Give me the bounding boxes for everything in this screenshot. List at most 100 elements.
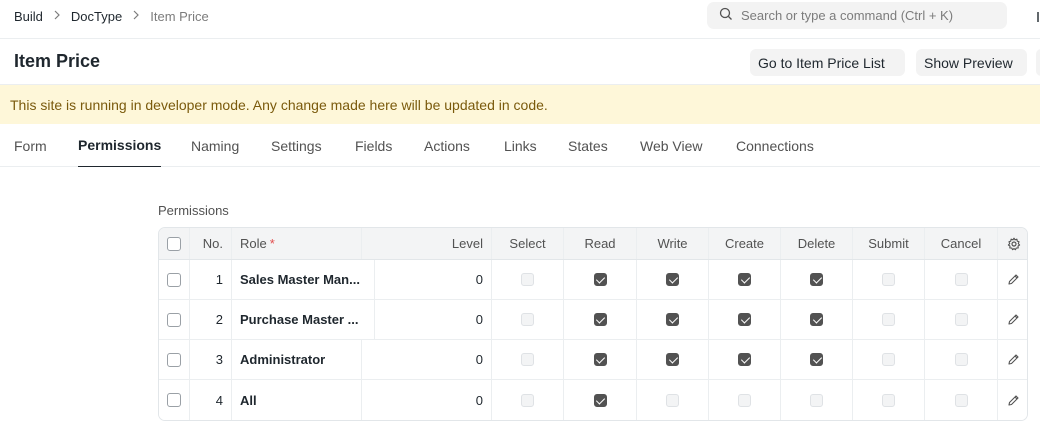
header-level: Level (361, 228, 491, 259)
developer-mode-alert: This site is running in developer mode. … (0, 85, 1040, 124)
row-role-cell[interactable]: All (231, 380, 361, 420)
write-checkbox[interactable] (666, 313, 679, 326)
cancel-checkbox[interactable] (954, 313, 968, 326)
write-checkbox[interactable] (666, 353, 679, 366)
row-role-cell[interactable]: Sales Master Man... (231, 260, 374, 299)
row-edit-cell (997, 340, 1027, 379)
tab-naming[interactable]: Naming (191, 124, 239, 167)
read-checkbox[interactable] (593, 273, 607, 286)
cancel-checkbox[interactable] (954, 353, 968, 366)
tab-states[interactable]: States (568, 124, 608, 167)
pencil-icon[interactable] (1007, 353, 1020, 366)
tab-permissions[interactable]: Permissions (78, 124, 162, 167)
select-checkbox[interactable] (521, 393, 534, 407)
breadcrumb-build[interactable]: Build (14, 9, 43, 24)
row-no: 3 (189, 340, 231, 379)
row-checkbox[interactable] (167, 312, 181, 327)
delete-checkbox[interactable] (810, 273, 823, 286)
pencil-icon[interactable] (1007, 394, 1020, 407)
row-level[interactable]: 0 (361, 340, 491, 379)
header-role-label: Role (240, 236, 267, 251)
delete-checkbox[interactable] (810, 353, 823, 366)
show-preview-button[interactable]: Show Preview (916, 49, 1027, 76)
row-create-cell (708, 340, 780, 379)
row-create-cell (708, 380, 780, 420)
cancel-checkbox[interactable] (954, 273, 968, 286)
create-checkbox[interactable] (738, 273, 751, 286)
row-delete-cell (780, 340, 852, 379)
row-level[interactable]: 0 (374, 300, 491, 339)
tab-links[interactable]: Links (504, 124, 537, 167)
cancel-checkbox[interactable] (954, 393, 968, 407)
user-icon[interactable] (1034, 10, 1040, 24)
search-input[interactable] (741, 8, 991, 23)
read-checkbox[interactable] (593, 353, 607, 366)
row-read-cell (563, 260, 636, 299)
create-checkbox[interactable] (738, 353, 751, 366)
row-write-cell (636, 260, 708, 299)
submit-checkbox[interactable] (882, 273, 895, 286)
header-role: Role * (231, 228, 361, 259)
tabs-bar: Form Permissions Naming Settings Fields … (0, 124, 1040, 167)
tab-actions[interactable]: Actions (424, 124, 470, 167)
submit-checkbox[interactable] (882, 313, 895, 326)
write-checkbox[interactable] (666, 393, 679, 407)
page-title: Item Price (14, 51, 101, 71)
select-checkbox[interactable] (521, 313, 534, 326)
tab-connections[interactable]: Connections (736, 124, 814, 167)
row-level[interactable]: 0 (361, 380, 491, 420)
create-checkbox[interactable] (738, 313, 751, 326)
row-level[interactable]: 0 (374, 260, 491, 299)
header-settings-cell (997, 228, 1027, 259)
more-actions-button[interactable] (1036, 49, 1040, 76)
page-head: Item Price Go to Item Price List Show Pr… (0, 39, 1040, 85)
row-submit-cell (852, 260, 924, 299)
select-checkbox[interactable] (521, 273, 534, 286)
delete-checkbox[interactable] (810, 393, 823, 407)
row-submit-cell (852, 380, 924, 420)
row-role: Administrator (240, 352, 326, 367)
table-row[interactable]: 4 All 0 (159, 380, 1027, 420)
row-delete-cell (780, 260, 852, 299)
tab-form[interactable]: Form (14, 124, 47, 167)
header-read: Read (563, 228, 636, 259)
breadcrumb-item-price[interactable]: Item Price (150, 9, 209, 24)
select-checkbox[interactable] (521, 353, 534, 366)
delete-checkbox[interactable] (810, 313, 823, 326)
row-edit-cell (997, 300, 1027, 339)
row-select-perm-cell (491, 340, 563, 379)
submit-checkbox[interactable] (882, 393, 895, 407)
read-checkbox[interactable] (593, 313, 607, 326)
read-checkbox[interactable] (593, 393, 607, 407)
row-checkbox[interactable] (167, 352, 181, 367)
row-checkbox[interactable] (167, 272, 181, 287)
tab-fields[interactable]: Fields (355, 124, 392, 167)
header-select-all-cell (159, 228, 189, 259)
table-row[interactable]: 2 Purchase Master ... 0 (159, 300, 1027, 340)
header-create: Create (708, 228, 780, 259)
pencil-icon[interactable] (1007, 273, 1020, 286)
row-create-cell (708, 300, 780, 339)
go-to-list-button[interactable]: Go to Item Price List (750, 49, 905, 76)
search-bar[interactable] (707, 2, 1007, 29)
navbar: Build DocType Item Price (0, 0, 1040, 39)
breadcrumb-doctype[interactable]: DocType (71, 9, 122, 24)
permissions-grid: No. Role * Level Select Read Write Create… (158, 227, 1028, 421)
row-checkbox[interactable] (167, 393, 181, 407)
table-row[interactable]: 1 Sales Master Man... 0 (159, 260, 1027, 300)
submit-checkbox[interactable] (882, 353, 895, 366)
row-role-cell[interactable]: Administrator (231, 340, 361, 379)
tab-settings[interactable]: Settings (271, 124, 322, 167)
header-no: No. (189, 228, 231, 259)
pencil-icon[interactable] (1007, 313, 1020, 326)
header-cancel: Cancel (924, 228, 997, 259)
gear-icon[interactable] (1007, 237, 1021, 251)
row-submit-cell (852, 300, 924, 339)
write-checkbox[interactable] (666, 273, 679, 286)
tab-web-view[interactable]: Web View (640, 124, 703, 167)
row-select-perm-cell (491, 380, 563, 420)
table-row[interactable]: 3 Administrator 0 (159, 340, 1027, 380)
create-checkbox[interactable] (738, 393, 751, 407)
select-all-checkbox[interactable] (167, 236, 181, 251)
row-role-cell[interactable]: Purchase Master ... (231, 300, 374, 339)
